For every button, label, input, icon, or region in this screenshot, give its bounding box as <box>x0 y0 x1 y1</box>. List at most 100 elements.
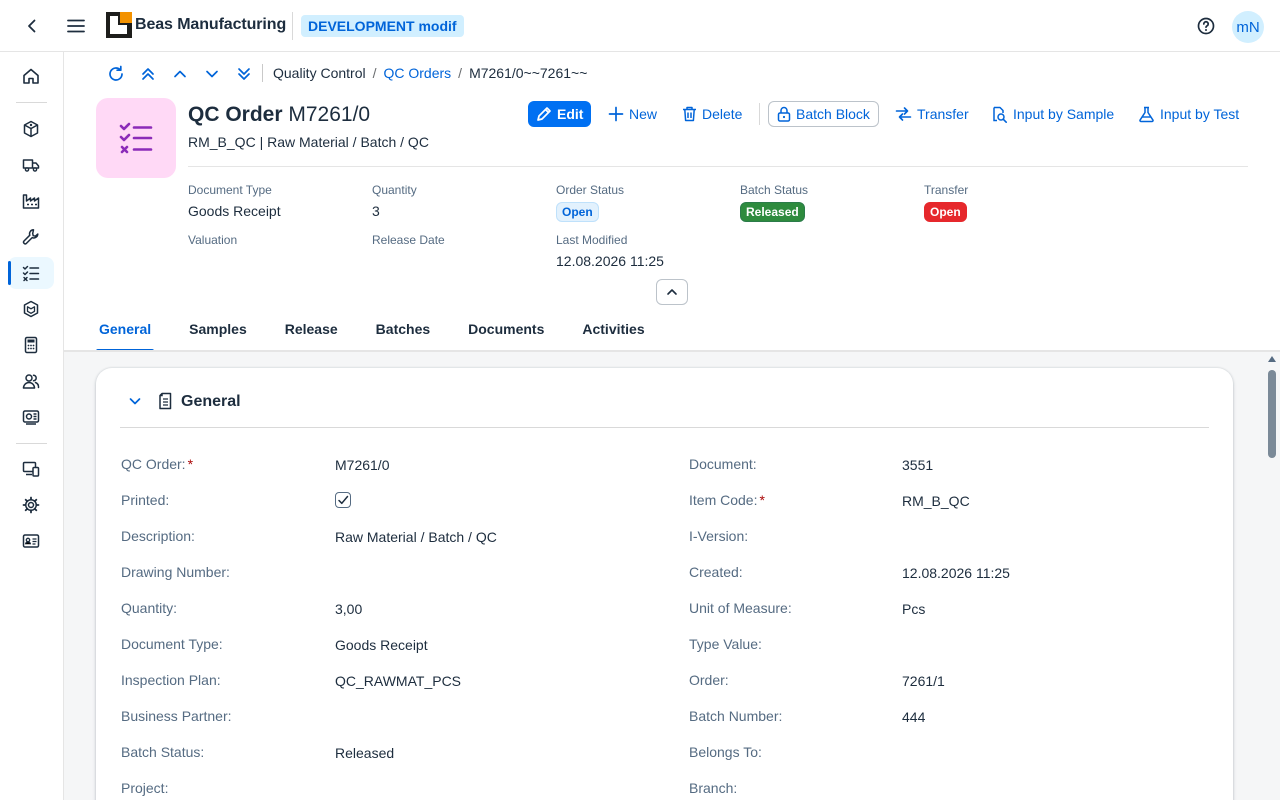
people-icon <box>22 374 40 389</box>
checklist-icon <box>119 122 153 154</box>
user-avatar[interactable]: mN <box>1232 11 1264 43</box>
breadcrumb-separator: / <box>372 65 377 81</box>
section-divider <box>120 427 1209 428</box>
tab-documents[interactable]: Documents <box>449 310 563 351</box>
chevron-down-icon <box>206 70 218 78</box>
delete-button[interactable]: Delete <box>682 101 742 127</box>
field-i-version-label: I-Version: <box>689 528 749 544</box>
batch-block-button-label: Batch Block <box>796 106 870 122</box>
environment-badge: DEVELOPMENT modif <box>301 15 464 37</box>
refresh-icon <box>109 65 123 81</box>
checkmark-icon <box>338 495 349 505</box>
delete-button-label: Delete <box>702 106 743 122</box>
double-chevron-up-icon <box>142 68 154 80</box>
scroll-up-arrow[interactable] <box>1268 356 1276 362</box>
nav-item-products[interactable] <box>8 113 54 145</box>
attr-batch-status: Batch Status Released <box>740 183 808 222</box>
nav-separator <box>16 443 47 444</box>
shell-bar: Beas Manufacturing DEVELOPMENT modif mN <box>0 0 1280 52</box>
tab-bar: General Samples Release Batches Document… <box>96 310 664 352</box>
new-button[interactable]: New <box>608 101 657 127</box>
nav-item-administration[interactable] <box>8 525 54 557</box>
field-inspection-plan-value: QC_RAWMAT_PCS <box>335 673 462 689</box>
collapse-header-button[interactable] <box>656 279 688 305</box>
printed-checkbox[interactable] <box>335 492 351 508</box>
content-scrollbar[interactable] <box>1264 352 1280 800</box>
transfer-button[interactable]: Transfer <box>895 101 969 127</box>
breadcrumb-qc-orders[interactable]: QC Orders <box>383 65 451 81</box>
truck-icon <box>22 159 40 172</box>
attr-label: Valuation <box>188 233 238 247</box>
checklist-icon <box>22 265 40 282</box>
first-record-button[interactable] <box>132 62 164 86</box>
record-navigation <box>100 62 260 86</box>
devices-icon <box>22 461 40 477</box>
breadcrumb: Quality Control / QC Orders / M7261/0~~7… <box>273 65 587 81</box>
input-by-test-button[interactable]: Input by Test <box>1138 101 1239 127</box>
tab-activities[interactable]: Activities <box>563 310 663 351</box>
app-title[interactable]: Beas Manufacturing <box>135 16 286 34</box>
field-business-partner-label: Business Partner: <box>121 708 232 724</box>
edit-button[interactable]: Edit <box>528 101 592 127</box>
attr-label: Batch Status <box>740 183 809 197</box>
previous-record-button[interactable] <box>164 62 196 86</box>
transfer-button-label: Transfer <box>917 106 969 122</box>
batch-status-badge: Released <box>740 202 805 222</box>
nav-item-resources[interactable] <box>8 401 54 433</box>
field-item-code-value: RM_B_QC <box>902 493 970 509</box>
next-record-button[interactable] <box>196 62 228 86</box>
tab-batches[interactable]: Batches <box>357 310 449 351</box>
breadcrumb-root[interactable]: Quality Control <box>273 65 366 81</box>
refresh-button[interactable] <box>100 62 132 86</box>
nav-item-devices[interactable] <box>8 453 54 485</box>
gear-icon <box>22 496 40 514</box>
nav-item-tools[interactable] <box>8 221 54 253</box>
field-quantity-value: 3,00 <box>335 601 363 617</box>
tab-general[interactable]: General <box>96 310 155 352</box>
breadcrumb-current: M7261/0~~7261~~ <box>469 65 588 81</box>
tab-samples[interactable]: Samples <box>170 310 266 351</box>
last-record-button[interactable] <box>228 62 260 86</box>
back-button[interactable] <box>16 10 48 42</box>
package-icon <box>23 300 39 318</box>
field-batch-status-value: Released <box>335 745 395 761</box>
help-button[interactable] <box>1190 10 1222 42</box>
pencil-icon <box>537 107 551 121</box>
batch-block-button[interactable]: Batch Block <box>768 101 879 127</box>
object-type: QC Order <box>188 103 283 126</box>
field-drawing-number-label: Drawing Number: <box>121 564 230 580</box>
attr-label: Document Type <box>188 183 272 197</box>
nav-item-settings[interactable] <box>8 489 54 521</box>
scroll-thumb[interactable] <box>1268 370 1276 458</box>
chevron-up-icon <box>174 70 186 78</box>
new-button-label: New <box>629 106 658 122</box>
field-document-type-value: Goods Receipt <box>335 637 428 653</box>
nav-item-quality-control[interactable] <box>8 257 54 289</box>
input-by-sample-button[interactable]: Input by Sample <box>991 101 1114 127</box>
menu-button[interactable] <box>60 10 92 42</box>
attr-value: 12.08.2026 11:25 <box>556 253 664 269</box>
tab-release[interactable]: Release <box>266 310 357 351</box>
shell-divider <box>292 12 293 40</box>
nav-item-home[interactable] <box>8 60 54 92</box>
nav-item-production[interactable] <box>8 185 54 217</box>
nav-item-calculation[interactable] <box>8 329 54 361</box>
field-created-value: 12.08.2026 11:25 <box>902 565 1010 581</box>
transfer-status-badge: Open <box>924 202 967 222</box>
company-logo[interactable] <box>106 12 132 38</box>
help-icon <box>1197 17 1215 35</box>
section-collapse-toggle[interactable] <box>128 394 142 408</box>
nav-item-shipping[interactable] <box>8 149 54 181</box>
nav-item-inventory[interactable] <box>8 293 54 325</box>
trash-icon <box>683 106 696 122</box>
nav-separator <box>16 102 47 103</box>
sample-search-icon <box>993 106 1007 123</box>
field-quantity-label: Quantity: <box>121 600 178 616</box>
nav-item-employees[interactable] <box>8 365 54 397</box>
machine-icon <box>22 410 40 425</box>
side-navigation <box>0 52 64 800</box>
object-subtitle: RM_B_QC | Raw Material / Batch / QC <box>188 134 429 150</box>
lock-icon <box>777 106 791 122</box>
field-qc-order-label: QC Order: * <box>121 456 194 472</box>
order-status-badge: Open <box>556 202 599 222</box>
